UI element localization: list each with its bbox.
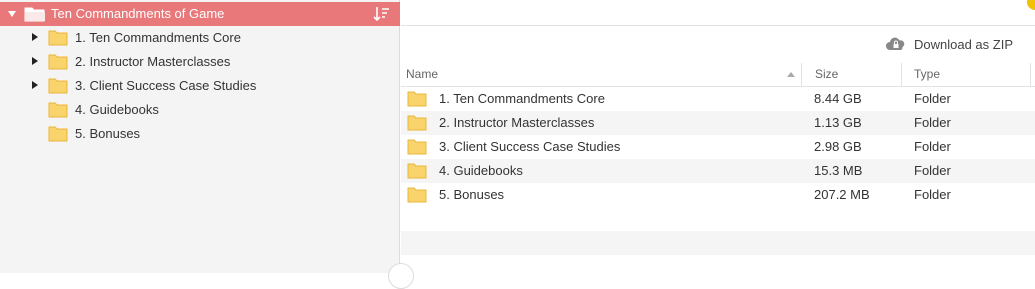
table-row[interactable]: 3. Client Success Case Studies 2.98 GB F… bbox=[401, 135, 1035, 159]
row-size: 207.2 MB bbox=[814, 187, 870, 202]
row-size: 15.3 MB bbox=[814, 163, 863, 178]
top-bar bbox=[401, 0, 1035, 26]
folder-icon bbox=[407, 91, 427, 110]
row-name: 1. Ten Commandments Core bbox=[439, 91, 605, 106]
empty-row bbox=[401, 231, 1035, 255]
tree-list: 1. Ten Commandments Core 2. Instructor M… bbox=[0, 26, 400, 146]
open-folder-icon bbox=[24, 6, 46, 25]
caret-down-icon[interactable] bbox=[8, 11, 16, 17]
folder-icon bbox=[407, 115, 427, 134]
folder-icon bbox=[48, 78, 68, 97]
row-size: 1.13 GB bbox=[814, 115, 862, 130]
file-table: 1. Ten Commandments Core 8.44 GB Folder … bbox=[401, 87, 1035, 207]
column-header-name[interactable]: Name bbox=[406, 67, 438, 81]
panel-resize-handle[interactable] bbox=[388, 263, 414, 289]
row-name: 5. Bonuses bbox=[439, 187, 505, 202]
table-row[interactable]: 1. Ten Commandments Core 8.44 GB Folder bbox=[401, 87, 1035, 111]
row-name: 2. Instructor Masterclasses bbox=[439, 115, 595, 130]
column-header-type[interactable]: Type bbox=[914, 67, 940, 81]
cloud-lock-icon bbox=[885, 36, 907, 55]
row-type: Folder bbox=[914, 163, 951, 178]
expand-arrow-icon[interactable] bbox=[32, 81, 38, 89]
file-list-panel: Download as ZIP Name Size Type 1. Ten Co… bbox=[401, 0, 1035, 273]
sort-icon[interactable] bbox=[372, 5, 390, 26]
row-name: 4. Guidebooks bbox=[439, 163, 523, 178]
table-row[interactable]: 2. Instructor Masterclasses 1.13 GB Fold… bbox=[401, 111, 1035, 135]
download-zip-button[interactable]: Download as ZIP bbox=[886, 36, 1013, 54]
tree-item-label: 1. Ten Commandments Core bbox=[75, 30, 241, 45]
folder-icon bbox=[407, 187, 427, 206]
column-divider[interactable] bbox=[901, 63, 902, 86]
table-row[interactable]: 5. Bonuses 207.2 MB Folder bbox=[401, 183, 1035, 207]
tree-item[interactable]: 4. Guidebooks bbox=[0, 98, 400, 122]
column-header-size[interactable]: Size bbox=[815, 67, 838, 81]
expand-arrow-icon[interactable] bbox=[32, 33, 38, 41]
folder-icon bbox=[48, 30, 68, 49]
row-type: Folder bbox=[914, 91, 951, 106]
row-name: 3. Client Success Case Studies bbox=[439, 139, 621, 154]
folder-icon bbox=[407, 139, 427, 158]
row-size: 2.98 GB bbox=[814, 139, 862, 154]
expand-arrow-icon[interactable] bbox=[32, 57, 38, 65]
folder-icon bbox=[48, 126, 68, 145]
folder-icon bbox=[48, 102, 68, 121]
tree-item[interactable]: 5. Bonuses bbox=[0, 122, 400, 146]
table-row[interactable]: 4. Guidebooks 15.3 MB Folder bbox=[401, 159, 1035, 183]
download-label: Download as ZIP bbox=[914, 37, 1013, 52]
tree-item-label: 3. Client Success Case Studies bbox=[75, 78, 257, 93]
row-type: Folder bbox=[914, 187, 951, 202]
status-dot-icon bbox=[1027, 0, 1035, 10]
column-divider[interactable] bbox=[801, 63, 802, 86]
tree-item[interactable]: 2. Instructor Masterclasses bbox=[0, 50, 400, 74]
tree-root-label: Ten Commandments of Game bbox=[51, 6, 225, 21]
tree-item[interactable]: 3. Client Success Case Studies bbox=[0, 74, 400, 98]
tree-item[interactable]: 1. Ten Commandments Core bbox=[0, 26, 400, 50]
table-header: Name Size Type bbox=[401, 63, 1035, 87]
tree-item-label: 2. Instructor Masterclasses bbox=[75, 54, 231, 69]
sort-ascending-icon[interactable] bbox=[787, 72, 795, 77]
row-type: Folder bbox=[914, 139, 951, 154]
folder-icon bbox=[48, 54, 68, 73]
row-type: Folder bbox=[914, 115, 951, 130]
tree-root-row[interactable]: Ten Commandments of Game bbox=[0, 2, 400, 26]
column-divider[interactable] bbox=[1030, 63, 1031, 86]
tree-item-label: 5. Bonuses bbox=[75, 126, 141, 141]
folder-icon bbox=[407, 163, 427, 182]
row-size: 8.44 GB bbox=[814, 91, 862, 106]
folder-tree-panel: Ten Commandments of Game 1. Ten Commandm… bbox=[0, 0, 400, 273]
tree-item-label: 4. Guidebooks bbox=[75, 102, 159, 117]
